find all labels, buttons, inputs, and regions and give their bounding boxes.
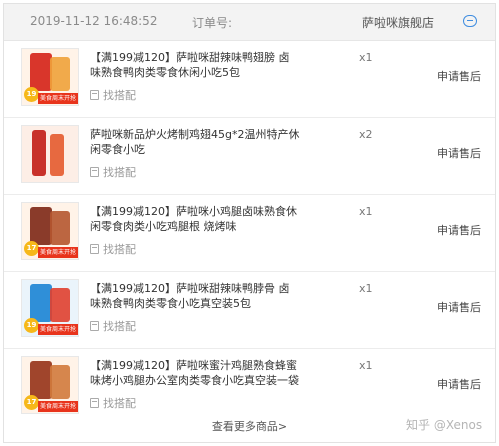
price-badge: 17 [24,241,39,256]
order-header: 2019-11-12 16:48:52 订单号: 萨啦咪旗舰店 [4,4,495,41]
package-shape [30,207,52,245]
package-shape [50,134,64,176]
match-icon [90,244,99,254]
product-thumbnail[interactable]: 17 美食周末开抢 [21,356,79,414]
order-card: 2019-11-12 16:48:52 订单号: 萨啦咪旗舰店 19 美食周末开… [3,3,496,443]
find-match-link[interactable]: 找搭配 [90,87,136,103]
after-sale-button[interactable]: 申请售后 [437,222,481,238]
order-item: 19 美食周末开抢 【满199减120】萨啦咪甜辣味鸭脖骨 卤味熟食鸭肉类零食小… [4,272,495,349]
package-shape [50,57,70,91]
product-title-link[interactable]: 【满199减120】萨啦咪甜辣味鸭脖骨 卤味熟食鸭肉类零食小吃真空装5包 [90,281,300,311]
match-icon [90,321,99,331]
package-shape [32,130,46,176]
after-sale-button[interactable]: 申请售后 [437,376,481,392]
match-icon [90,90,99,100]
package-shape [30,284,52,322]
find-match-link[interactable]: 找搭配 [90,318,136,334]
promo-banner: 美食周末开抢 [38,93,78,104]
package-shape [50,211,70,245]
find-match-label: 找搭配 [103,397,136,410]
order-number-label: 订单号: [192,16,233,30]
promo-banner: 美食周末开抢 [38,247,78,258]
product-thumbnail[interactable]: 17 美食周末开抢 [21,202,79,260]
after-sale-button[interactable]: 申请售后 [437,299,481,315]
product-thumbnail[interactable] [21,125,79,183]
order-item: 19 美食周末开抢 【满199减120】萨啦咪甜辣味鸭翅膀 卤味熟食鸭肉类零食休… [4,41,495,118]
product-title-link[interactable]: 【满199减120】萨啦咪蜜汁鸡腿熟食蜂蜜味烤小鸡腿办公室肉类零食小吃真空装一袋 [90,358,300,388]
after-sale-button[interactable]: 申请售后 [437,145,481,161]
product-thumbnail[interactable]: 19 美食周末开抢 [21,279,79,337]
package-shape [50,288,70,322]
item-quantity: x1 [359,359,373,372]
find-match-label: 找搭配 [103,243,136,256]
product-title-link[interactable]: 【满199减120】萨啦咪小鸡腿卤味熟食休闲零食肉类小吃鸡腿根 烧烤味 [90,204,300,234]
order-datetime: 2019-11-12 16:48:52 [30,14,158,28]
promo-banner: 美食周末开抢 [38,401,78,412]
find-match-label: 找搭配 [103,320,136,333]
item-quantity: x1 [359,282,373,295]
order-item: 17 美食周末开抢 【满199减120】萨啦咪小鸡腿卤味熟食休闲零食肉类小吃鸡腿… [4,195,495,272]
package-shape [50,365,70,399]
product-title-link[interactable]: 【满199减120】萨啦咪甜辣味鸭翅膀 卤味熟食鸭肉类零食休闲小吃5包 [90,50,300,80]
package-shape [30,53,52,91]
chat-icon[interactable] [463,15,477,27]
find-match-link[interactable]: 找搭配 [90,241,136,257]
find-match-link[interactable]: 找搭配 [90,164,136,180]
order-item: 萨啦咪新品炉火烤制鸡翅45g*2温州特产休闲零食小吃 找搭配 x2 申请售后 [4,118,495,195]
item-quantity: x1 [359,51,373,64]
match-icon [90,398,99,408]
match-icon [90,167,99,177]
watermark-text: 知乎 @Xenos [406,418,483,432]
order-item: 17 美食周末开抢 【满199减120】萨啦咪蜜汁鸡腿熟食蜂蜜味烤小鸡腿办公室肉… [4,349,495,425]
price-badge: 19 [24,87,39,102]
find-match-label: 找搭配 [103,89,136,102]
price-badge: 19 [24,318,39,333]
shop-name-link[interactable]: 萨啦咪旗舰店 [362,14,434,31]
package-shape [30,361,52,399]
product-thumbnail[interactable]: 19 美食周末开抢 [21,48,79,106]
order-items-list: 19 美食周末开抢 【满199减120】萨啦咪甜辣味鸭翅膀 卤味熟食鸭肉类零食休… [4,41,495,425]
find-match-label: 找搭配 [103,166,136,179]
after-sale-button[interactable]: 申请售后 [437,68,481,84]
item-quantity: x1 [359,205,373,218]
product-title-link[interactable]: 萨啦咪新品炉火烤制鸡翅45g*2温州特产休闲零食小吃 [90,127,300,157]
item-quantity: x2 [359,128,373,141]
promo-banner: 美食周末开抢 [38,324,78,335]
price-badge: 17 [24,395,39,410]
find-match-link[interactable]: 找搭配 [90,395,136,411]
